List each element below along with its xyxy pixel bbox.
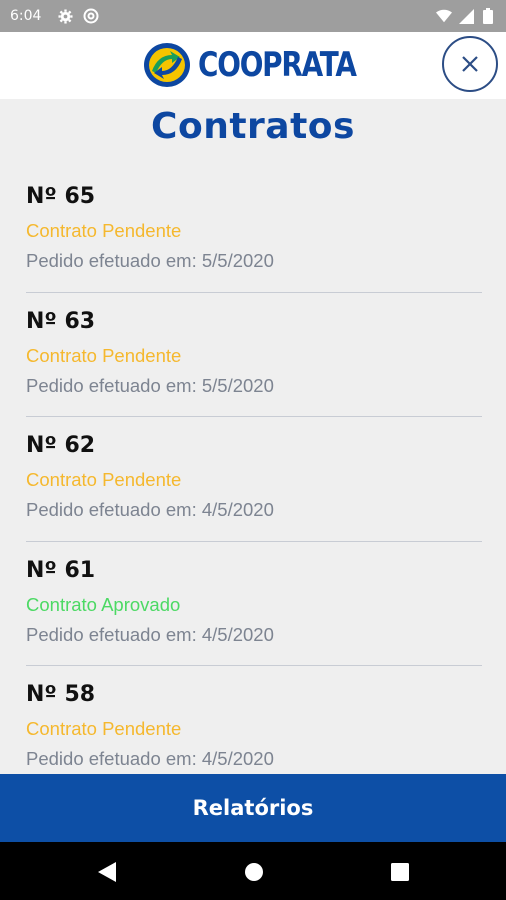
at-icon [83, 8, 99, 24]
contract-number: Nº 65 [26, 184, 96, 209]
contract-date: Pedido efetuado em: 5/5/2020 [26, 374, 274, 396]
contract-number: Nº 58 [26, 682, 96, 707]
list-item[interactable]: Nº 62 Contrato Pendente Pedido efetuado … [26, 417, 482, 542]
contract-date: Pedido efetuado em: 4/5/2020 [26, 623, 274, 645]
contract-status: Contrato Pendente [26, 344, 182, 366]
brand-name: COOPRATA [198, 45, 357, 85]
close-button[interactable] [442, 36, 498, 92]
wifi-icon [436, 8, 452, 24]
contracts-list: Nº 65 Contrato Pendente Pedido efetuado … [26, 168, 482, 791]
contract-number: Nº 63 [26, 308, 96, 334]
contract-date: Pedido efetuado em: 4/5/2020 [26, 748, 274, 769]
contract-number: Nº 62 [26, 433, 96, 458]
list-item[interactable]: Nº 58 Contrato Pendente Pedido efetuado … [26, 666, 482, 791]
close-icon [462, 56, 478, 72]
status-time: 6:04 [10, 8, 42, 24]
contract-status: Contrato Pendente [26, 220, 182, 241]
gear-icon [57, 8, 73, 24]
list-item[interactable]: Nº 61 Contrato Aprovado Pedido efetuado … [26, 542, 482, 666]
list-item[interactable]: Nº 63 Contrato Pendente Pedido efetuado … [26, 293, 482, 417]
reports-button[interactable]: Relatórios [0, 774, 506, 842]
home-icon[interactable] [243, 861, 265, 883]
contract-number: Nº 61 [26, 557, 96, 583]
status-bar: 6:04 [0, 0, 506, 32]
cooprata-logo: COOPRATA [142, 41, 390, 89]
contract-date: Pedido efetuado em: 4/5/2020 [26, 499, 274, 520]
signal-icon [458, 8, 474, 24]
contract-status: Contrato Pendente [26, 718, 182, 739]
app-header: COOPRATA [0, 32, 506, 99]
back-icon[interactable] [96, 861, 118, 883]
contract-status: Contrato Pendente [26, 469, 182, 490]
battery-icon [480, 8, 496, 24]
list-item[interactable]: Nº 65 Contrato Pendente Pedido efetuado … [26, 168, 482, 293]
recents-icon[interactable] [389, 861, 411, 883]
system-nav-bar [0, 842, 506, 900]
contract-status: Contrato Aprovado [26, 593, 181, 615]
logo-mark-icon [144, 43, 190, 87]
contract-date: Pedido efetuado em: 5/5/2020 [26, 250, 274, 271]
page-title: Contratos [151, 106, 355, 147]
